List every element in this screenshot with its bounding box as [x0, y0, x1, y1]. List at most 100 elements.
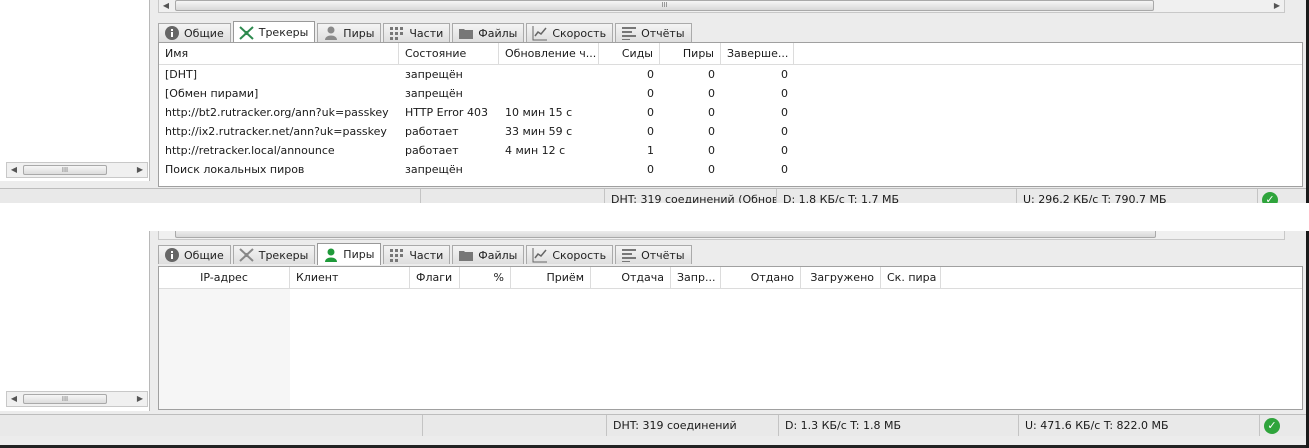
column-header-progress[interactable]: %	[460, 267, 511, 289]
scrollbar-thumb[interactable]	[175, 231, 1156, 238]
cell-status: запрещён	[405, 87, 463, 100]
cell-name: http://bt2.rutracker.org/ann?uk=passkey	[165, 106, 389, 119]
column-header-client[interactable]: Клиент	[290, 267, 410, 289]
column-header-flags[interactable]: Флаги	[410, 267, 460, 289]
properties-tabbar: Общие Трекеры Пиры Части Файлы Скорость …	[158, 242, 694, 265]
cell-update: 33 мин 59 с	[505, 125, 573, 138]
top-horizontal-scrollbar[interactable]: ◀ III ▶	[158, 0, 1285, 13]
speed-chart-icon	[531, 247, 548, 263]
column-header-downloaded[interactable]: Загружено	[801, 267, 881, 289]
scroll-left-arrow-icon[interactable]: ◀	[7, 392, 21, 406]
status-spacer	[0, 189, 420, 203]
column-header-requests[interactable]: Запр...	[671, 267, 721, 289]
tab-label: Пиры	[343, 248, 375, 261]
tab-general[interactable]: Общие	[158, 245, 231, 264]
tab-label: Скорость	[552, 248, 607, 262]
scrollbar-thumb[interactable]: III	[23, 165, 107, 175]
cell-name: http://ix2.rutracker.net/ann?uk=passkey	[165, 125, 387, 138]
scroll-left-arrow-icon[interactable]: ◀	[7, 163, 21, 177]
tab-speed[interactable]: Скорость	[526, 245, 614, 264]
scrollbar-thumb[interactable]: III	[175, 0, 1154, 11]
peers-table-body	[159, 289, 1302, 409]
tab-files[interactable]: Файлы	[452, 23, 525, 42]
cell-status: работает	[405, 144, 459, 157]
tab-pieces[interactable]: Части	[383, 23, 451, 42]
left-horizontal-scrollbar[interactable]: ◀ III ▶	[6, 391, 148, 407]
table-row[interactable]: [Обмен пирами] запрещён 0 0 0	[159, 84, 1302, 103]
tab-logs[interactable]: Отчёты	[615, 245, 692, 264]
cell-name: [DHT]	[165, 68, 198, 81]
tab-files[interactable]: Файлы	[452, 245, 525, 264]
tab-label: Части	[409, 26, 444, 40]
tab-logs[interactable]: Отчёты	[615, 23, 692, 42]
column-header-completed[interactable]: Заверше...	[721, 43, 794, 65]
info-icon	[163, 25, 180, 41]
top-horizontal-scrollbar[interactable]	[158, 231, 1285, 240]
table-row[interactable]: Поиск локальных пиров запрещён 0 0 0	[159, 160, 1302, 179]
properties-pane: Общие Трекеры Пиры Части Файлы Скорость …	[152, 231, 1309, 411]
table-row[interactable]: http://retracker.local/announce работает 4…	[159, 141, 1302, 160]
cell-completed: 0	[781, 87, 788, 100]
tab-speed[interactable]: Скорость	[526, 23, 614, 42]
download-status[interactable]: D: 1.3 КБ/с T: 1.8 МБ	[778, 415, 1018, 436]
column-header-ip[interactable]: IP-адрес	[159, 267, 290, 289]
tab-trackers[interactable]: Трекеры	[232, 245, 316, 264]
cell-completed: 0	[781, 68, 788, 81]
left-horizontal-scrollbar[interactable]: ◀ III ▶	[6, 162, 148, 178]
scroll-right-arrow-icon[interactable]: ▶	[133, 392, 147, 406]
info-icon	[163, 247, 180, 263]
column-header-update[interactable]: Обновление ч...	[499, 43, 599, 65]
tab-label: Общие	[184, 248, 224, 262]
tab-peers[interactable]: Пиры	[317, 243, 382, 265]
connection-status[interactable]: ✓	[1257, 189, 1305, 203]
cell-completed: 0	[781, 144, 788, 157]
download-status[interactable]: D: 1.8 КБ/с T: 1.7 МБ	[776, 189, 1016, 203]
scrollbar-thumb[interactable]: III	[23, 394, 107, 404]
cell-status: запрещён	[405, 68, 463, 81]
cell-completed: 0	[781, 106, 788, 119]
cell-seeds: 0	[647, 87, 654, 100]
column-header-uploaded[interactable]: Отдано	[721, 267, 801, 289]
column-header-name[interactable]: Имя	[159, 43, 399, 65]
table-row[interactable]: [DHT] запрещён 0 0 0	[159, 65, 1302, 84]
tab-label: Части	[409, 248, 444, 262]
column-header-seeds[interactable]: Сиды	[599, 43, 660, 65]
cell-seeds: 0	[647, 163, 654, 176]
status-bar: DHT: 319 соединений (Обнов D: 1.8 КБ/с T…	[0, 188, 1309, 203]
connection-status[interactable]: ✓	[1259, 415, 1307, 436]
trackers-window: ◀ III ▶ ◀ III ▶ Общие Трекеры Пиры Части…	[0, 0, 1309, 203]
pieces-icon	[388, 25, 405, 41]
tab-label: Файлы	[478, 248, 518, 262]
cell-peers: 0	[708, 125, 715, 138]
properties-pane: ◀ III ▶ Общие Трекеры Пиры Части Файлы С…	[152, 0, 1309, 187]
scroll-right-arrow-icon[interactable]: ▶	[1270, 0, 1284, 12]
cell-update: 10 мин 15 с	[505, 106, 573, 119]
upload-status[interactable]: U: 471.6 КБ/с T: 822.0 МБ	[1018, 415, 1259, 436]
trackers-icon	[238, 247, 255, 263]
tab-peers[interactable]: Пиры	[317, 23, 382, 42]
column-header-peer-speed[interactable]: Ск. пира	[881, 267, 941, 289]
table-row[interactable]: http://ix2.rutracker.net/ann?uk=passkey р…	[159, 122, 1302, 141]
tab-label: Трекеры	[258, 248, 309, 262]
scroll-right-arrow-icon[interactable]: ▶	[133, 163, 147, 177]
cell-status: запрещён	[405, 163, 463, 176]
transfer-list-pane: ◀ III ▶	[0, 0, 150, 181]
table-row[interactable]: http://bt2.rutracker.org/ann?uk=passkey H…	[159, 103, 1302, 122]
folder-icon	[457, 25, 474, 41]
tab-pieces[interactable]: Части	[383, 245, 451, 264]
tab-trackers[interactable]: Трекеры	[232, 21, 316, 43]
column-header-upload-speed[interactable]: Отдача	[591, 267, 671, 289]
column-header-status[interactable]: Состояние	[399, 43, 499, 65]
cell-seeds: 0	[647, 125, 654, 138]
cell-peers: 0	[708, 87, 715, 100]
tab-general[interactable]: Общие	[158, 23, 231, 42]
column-header-peers[interactable]: Пиры	[660, 43, 721, 65]
upload-status[interactable]: U: 296.2 КБ/с T: 790.7 МБ	[1016, 189, 1257, 203]
trackers-table-header: Имя Состояние Обновление ч... Сиды Пиры …	[159, 43, 1302, 65]
scroll-left-arrow-icon[interactable]: ◀	[159, 0, 173, 12]
dht-status: DHT: 319 соединений (Обнов	[604, 189, 776, 203]
cell-peers: 0	[708, 144, 715, 157]
column-header-download-speed[interactable]: Приём	[511, 267, 591, 289]
tab-label: Файлы	[478, 26, 518, 40]
peers-icon	[322, 247, 339, 263]
